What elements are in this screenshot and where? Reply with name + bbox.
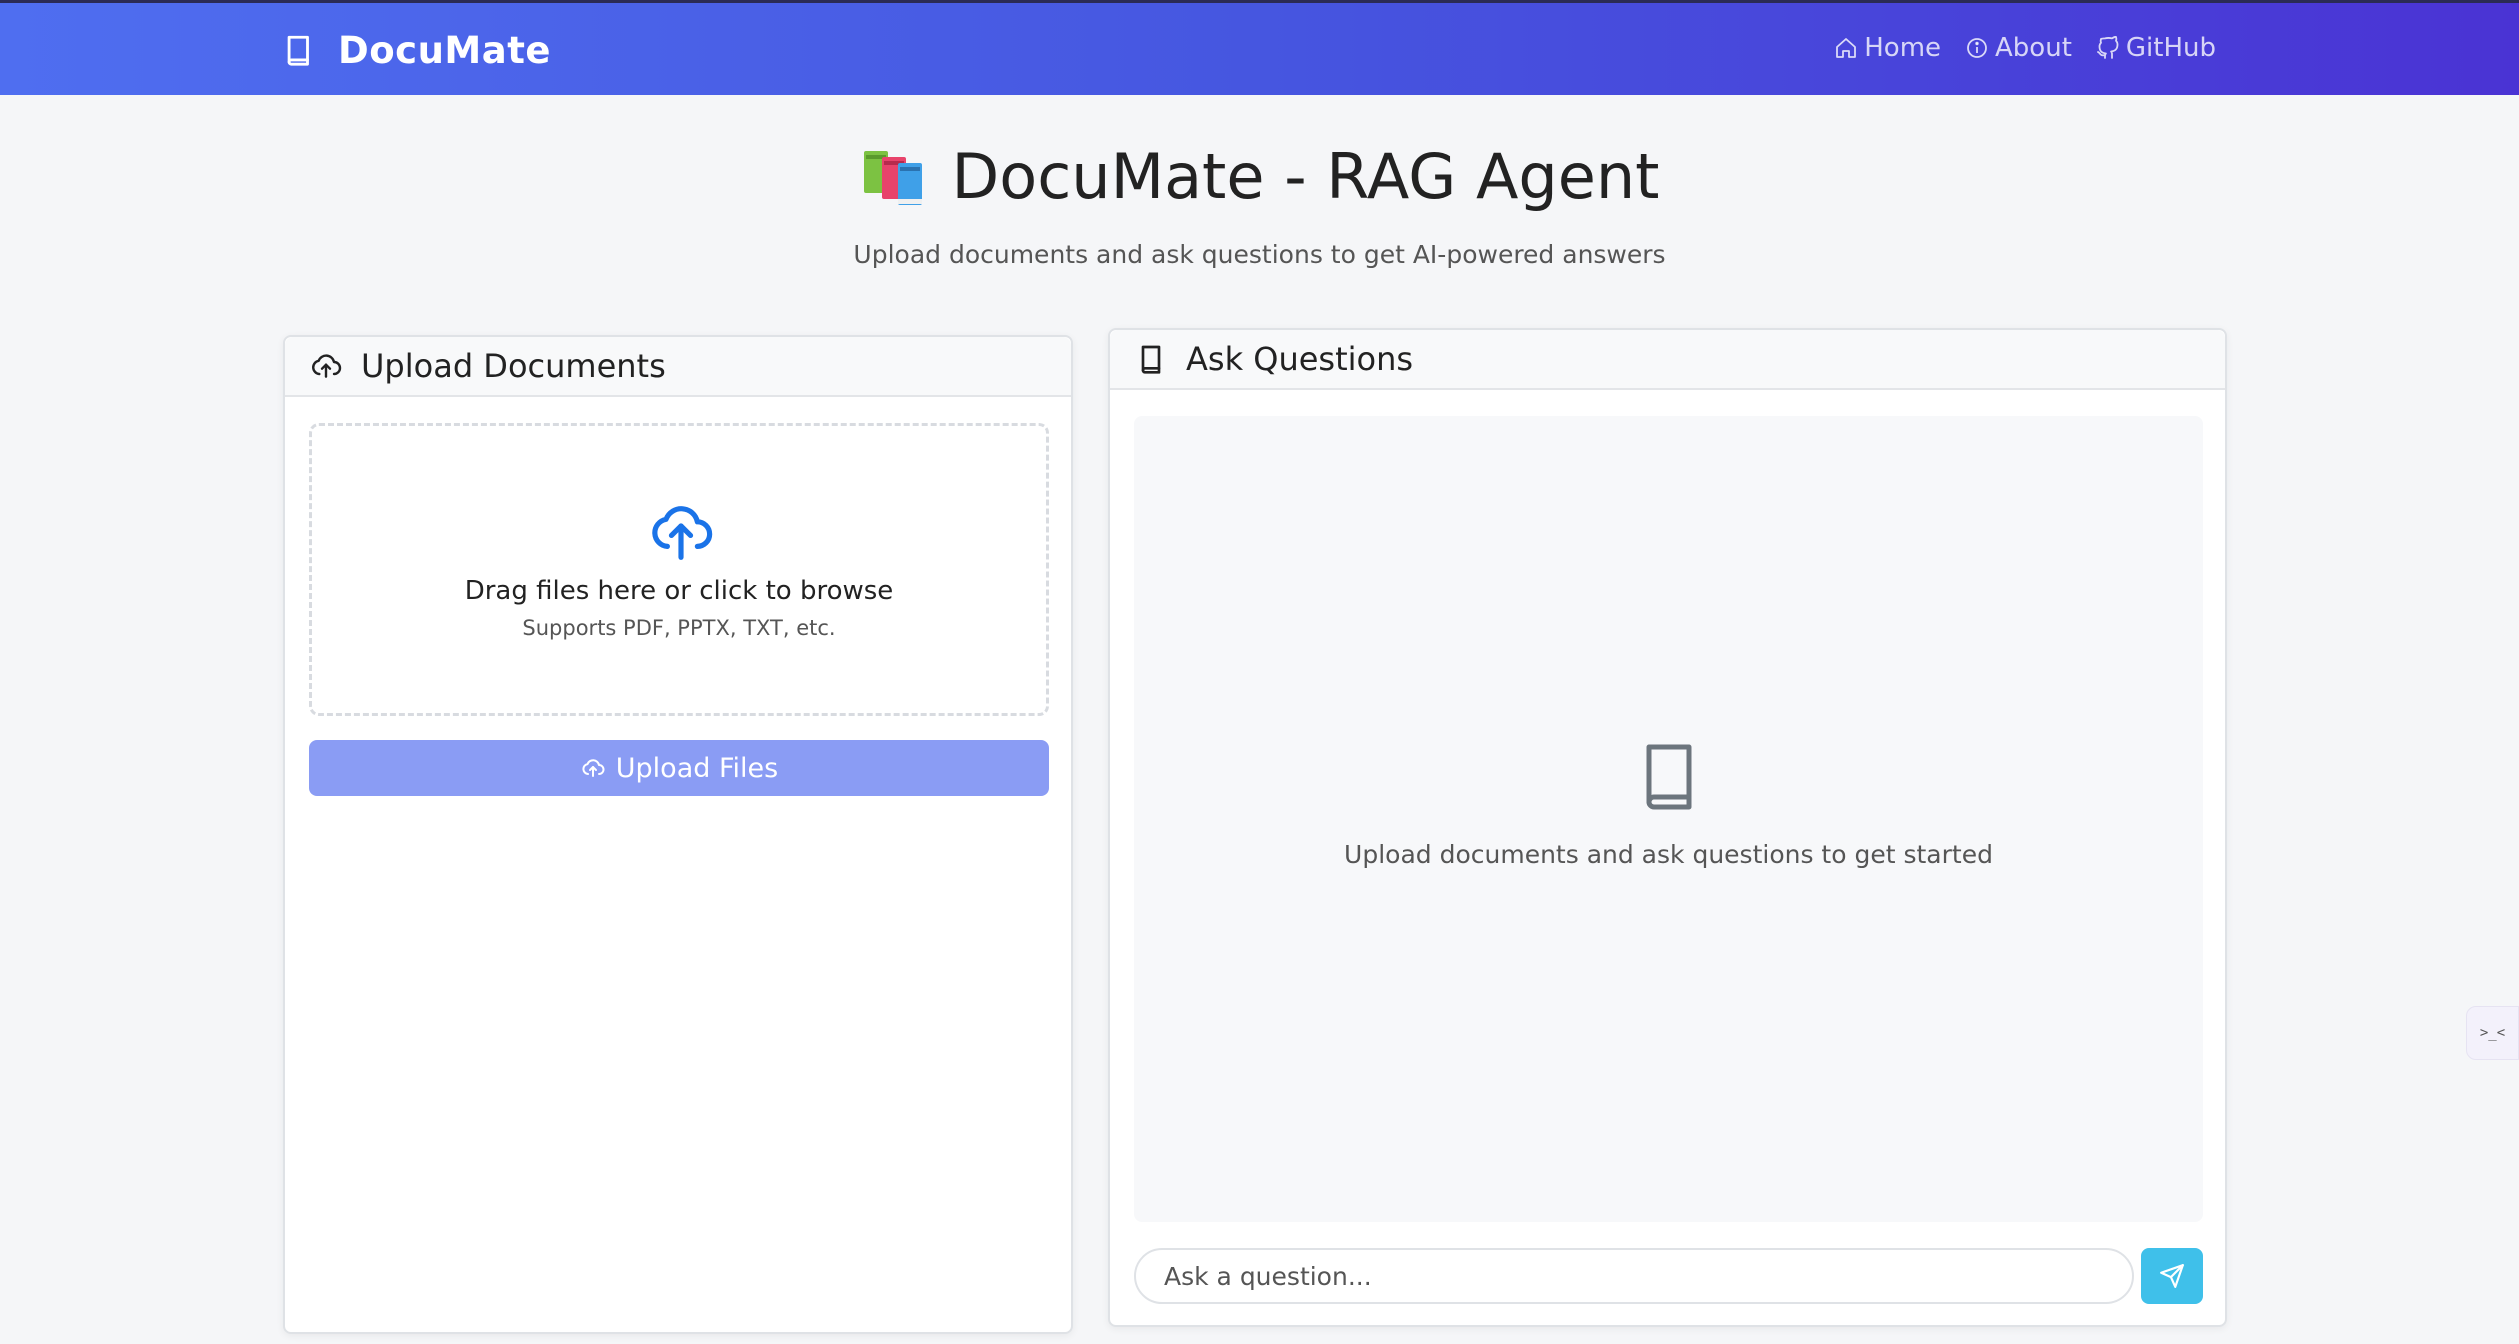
page-title-text: DocuMate - RAG Agent <box>951 140 1660 213</box>
nav-about-label: About <box>1995 33 2072 63</box>
question-input[interactable] <box>1134 1248 2134 1304</box>
nav-github-link[interactable]: GitHub <box>2096 33 2216 63</box>
cloud-upload-icon <box>652 506 713 560</box>
send-button[interactable] <box>2141 1248 2203 1304</box>
cloud-upload-icon <box>582 759 605 777</box>
empty-state-message: Upload documents and ask questions to ge… <box>1344 840 1993 869</box>
dropzone-instruction: Drag files here or click to browse <box>464 576 894 606</box>
top-navbar: DocuMate Home About GitHub <box>0 0 2519 95</box>
ask-card-header: Ask Questions <box>1110 330 2225 390</box>
assistant-face-icon: >_< <box>2479 1025 2506 1041</box>
upload-files-button[interactable]: Upload Files <box>309 740 1049 796</box>
upload-documents-card: Upload Documents Drag files here or clic… <box>283 335 1073 1334</box>
page-title: DocuMate - RAG Agent <box>0 140 2519 213</box>
nav-github-label: GitHub <box>2125 33 2216 63</box>
home-icon <box>1836 38 1857 58</box>
floating-assistant-widget[interactable]: >_< <box>2466 1006 2519 1060</box>
upload-card-header: Upload Documents <box>285 337 1071 397</box>
nav-about-link[interactable]: About <box>1965 33 2072 63</box>
file-dropzone[interactable]: Drag files here or click to browse Suppo… <box>309 423 1049 716</box>
page-subtitle: Upload documents and ask questions to ge… <box>853 240 1666 269</box>
github-icon <box>2096 36 2119 59</box>
ask-card-title: Ask Questions <box>1186 340 1414 378</box>
brand-link[interactable]: DocuMate <box>282 25 551 75</box>
upload-files-label: Upload Files <box>615 752 779 784</box>
books-emoji-icon <box>863 150 922 205</box>
book-icon <box>1646 744 1692 810</box>
book-icon <box>1141 345 1161 374</box>
upload-card-title: Upload Documents <box>361 347 666 385</box>
nav-links: Home About GitHub <box>1810 33 2216 63</box>
nav-home-link[interactable]: Home <box>1834 33 1941 63</box>
chat-messages-area: Upload documents and ask questions to ge… <box>1134 416 2203 1222</box>
cloud-upload-icon <box>312 354 342 378</box>
book-icon <box>287 35 309 66</box>
info-icon <box>1967 38 1987 58</box>
nav-home-label: Home <box>1864 33 1942 63</box>
dropzone-supported-formats: Supports PDF, PPTX, TXT, etc. <box>522 616 836 640</box>
brand-name: DocuMate <box>338 28 551 72</box>
ask-questions-card: Ask Questions Upload documents and ask q… <box>1108 328 2227 1327</box>
send-icon <box>2160 1264 2184 1288</box>
